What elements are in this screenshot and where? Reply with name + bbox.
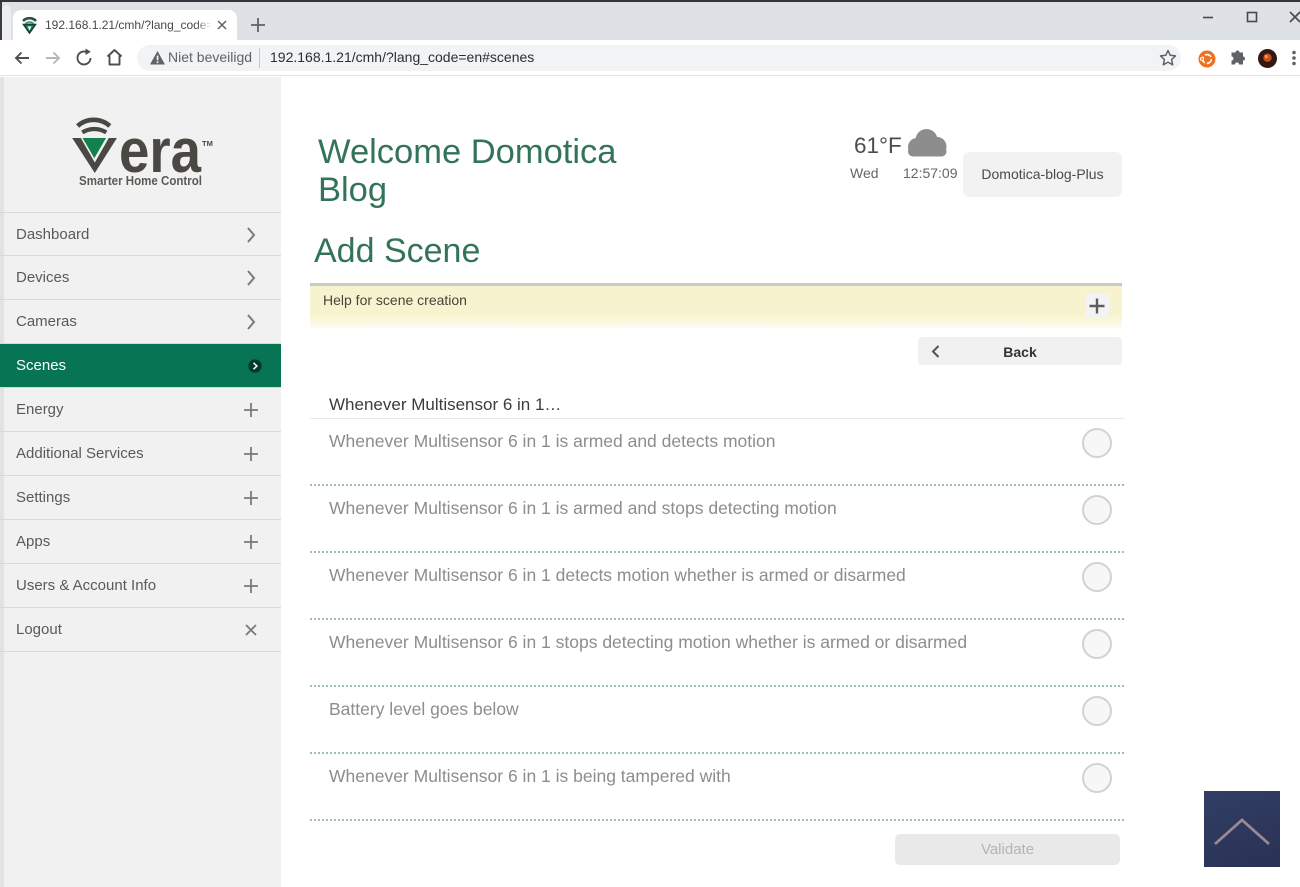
svg-text:TM: TM bbox=[202, 139, 213, 148]
svg-text:Smarter Home Control: Smarter Home Control bbox=[79, 173, 202, 188]
